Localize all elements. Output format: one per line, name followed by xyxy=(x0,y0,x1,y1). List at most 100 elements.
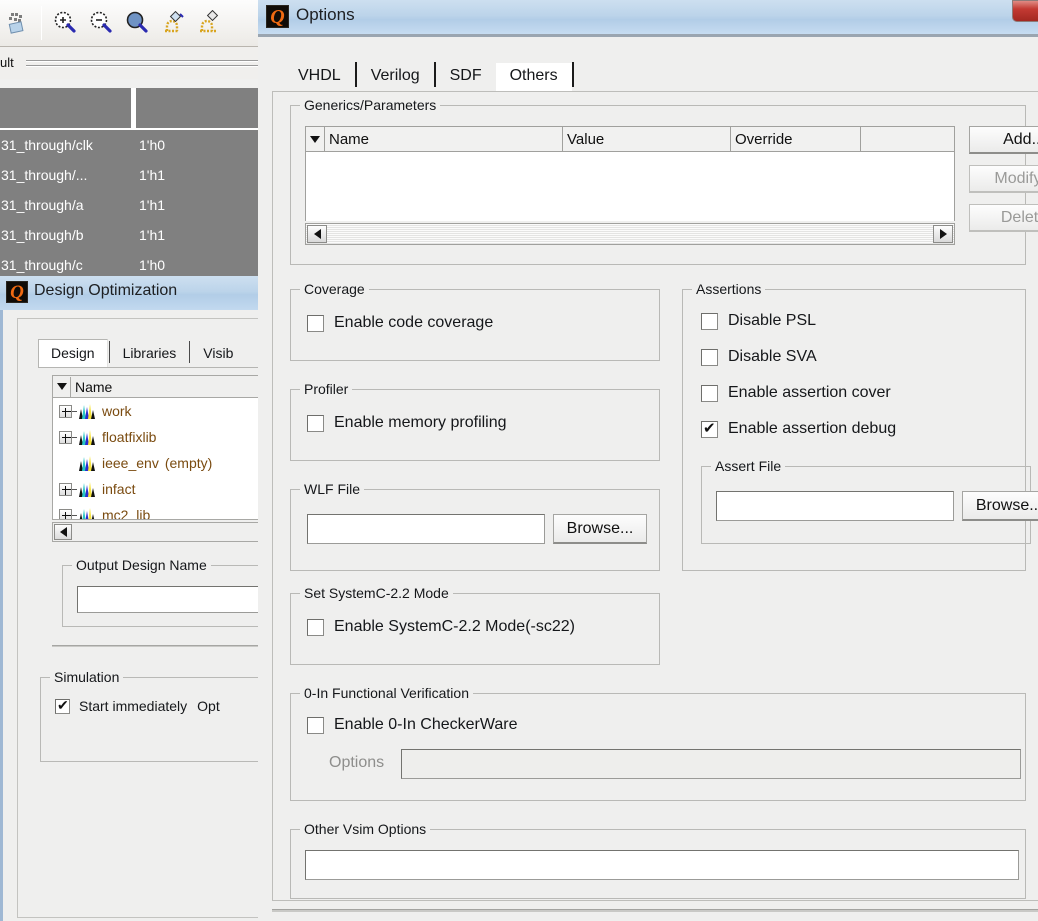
tab-separator xyxy=(108,341,110,363)
library-name: ieee_env xyxy=(102,455,159,471)
options-dialog-body: VHDL Verilog SDF Others Generics/Paramet… xyxy=(258,37,1038,921)
library-icon xyxy=(79,404,95,419)
expand-icon[interactable] xyxy=(59,404,72,418)
start-immediately-row[interactable]: Start immediately Opt xyxy=(55,697,220,714)
signal-row[interactable]: 31_through/b 1'h1 xyxy=(0,220,262,250)
column-header-value[interactable]: Value xyxy=(563,126,731,152)
enable-assertion-cover-checkbox[interactable] xyxy=(701,384,718,402)
enable-memory-profiling-row[interactable]: Enable memory profiling xyxy=(307,414,507,432)
tab-sdf[interactable]: SDF xyxy=(435,63,496,91)
sort-descending-icon[interactable] xyxy=(53,376,71,397)
enable-code-coverage-row[interactable]: Enable code coverage xyxy=(307,314,493,332)
delete-button[interactable]: Delete xyxy=(969,204,1038,232)
column-header-blank[interactable] xyxy=(861,127,954,152)
cursor-delete-icon[interactable] xyxy=(191,5,227,41)
expand-icon[interactable] xyxy=(59,508,72,519)
other-vsim-legend: Other Vsim Options xyxy=(300,821,431,837)
scroll-left-icon[interactable] xyxy=(307,225,327,243)
wave-window: ult 31_through/clk 1'h0 31_through/... 1… xyxy=(0,0,262,290)
disable-sva-checkbox[interactable] xyxy=(701,348,718,366)
enable-code-coverage-label: Enable code coverage xyxy=(334,314,494,331)
list-item[interactable]: infact xyxy=(53,476,279,502)
signal-row[interactable]: 31_through/clk 1'h0 xyxy=(0,130,262,160)
scroll-left-icon[interactable] xyxy=(54,524,72,540)
questa-app-icon: Q xyxy=(6,281,28,303)
enable-systemc-row[interactable]: Enable SystemC-2.2 Mode(-sc22) xyxy=(307,618,575,636)
zoom-full-icon[interactable] xyxy=(119,5,155,41)
close-icon[interactable] xyxy=(1012,0,1038,22)
library-tree[interactable]: Name work floatfixlib ieee_env (empty) i… xyxy=(52,375,280,520)
generics-parameters-group: Generics/Parameters Name Value Override xyxy=(290,97,1038,265)
generics-table[interactable]: Name Value Override xyxy=(305,126,955,221)
output-design-name-legend: Output Design Name xyxy=(72,557,211,573)
scroll-right-icon[interactable] xyxy=(933,225,953,243)
column-header-override[interactable]: Override xyxy=(731,126,861,152)
panel-divider xyxy=(52,645,280,647)
signal-row[interactable]: 31_through/a 1'h1 xyxy=(0,190,262,220)
enable-checkerware-checkbox[interactable] xyxy=(307,716,324,734)
design-optimization-titlebar[interactable]: Q Design Optimization xyxy=(0,276,262,310)
output-design-name-group: Output Design Name xyxy=(62,557,282,627)
output-design-name-input[interactable] xyxy=(77,586,282,613)
assert-file-input[interactable] xyxy=(716,491,954,521)
assert-file-browse-button[interactable]: Browse.. xyxy=(962,491,1038,521)
expand-icon[interactable] xyxy=(59,482,72,496)
disable-sva-row[interactable]: Disable SVA xyxy=(701,348,817,366)
enable-checkerware-row[interactable]: Enable 0-In CheckerWare xyxy=(307,716,518,734)
column-header-name[interactable]: Name xyxy=(325,126,563,152)
enable-memory-profiling-checkbox[interactable] xyxy=(307,414,324,432)
tab-design[interactable]: Design xyxy=(38,339,108,367)
wlf-file-group: WLF File Browse... xyxy=(290,481,660,571)
app-icon-glyph: Q xyxy=(270,5,285,28)
tab-vhdl[interactable]: VHDL xyxy=(284,63,355,91)
select-tool-icon[interactable] xyxy=(0,5,36,41)
tab-separator xyxy=(571,62,574,87)
list-item[interactable]: ieee_env (empty) xyxy=(53,450,279,476)
simulation-group: Simulation Start immediately Opt xyxy=(40,669,280,762)
sort-descending-icon[interactable] xyxy=(306,126,325,152)
modify-button[interactable]: Modify... xyxy=(969,165,1038,193)
library-tree-hscrollbar[interactable] xyxy=(52,522,280,542)
cursor-add-icon[interactable] xyxy=(155,5,191,41)
start-immediately-checkbox[interactable] xyxy=(55,697,70,714)
wlf-browse-button[interactable]: Browse... xyxy=(553,514,647,544)
wlf-file-input[interactable] xyxy=(307,514,545,544)
tab-others[interactable]: Others xyxy=(495,63,572,91)
disable-sva-label: Disable SVA xyxy=(728,348,817,365)
enable-assertion-debug-checkbox[interactable] xyxy=(701,419,718,438)
disable-psl-checkbox[interactable] xyxy=(701,312,718,330)
options-titlebar[interactable]: Q Options xyxy=(258,0,1038,34)
disable-psl-row[interactable]: Disable PSL xyxy=(701,312,816,330)
library-icon xyxy=(79,456,95,471)
library-icon xyxy=(79,508,95,519)
wave-filter-label: ult xyxy=(0,55,14,70)
list-item[interactable]: floatfixlib xyxy=(53,424,279,450)
assertions-legend: Assertions xyxy=(692,281,766,297)
coverage-group: Coverage Enable code coverage xyxy=(290,281,660,361)
profiler-group: Profiler Enable memory profiling xyxy=(290,381,660,461)
zoom-in-icon[interactable] xyxy=(47,5,83,41)
add-button[interactable]: Add... xyxy=(969,126,1038,154)
signal-row[interactable]: 31_through/... 1'h1 xyxy=(0,160,262,190)
tab-libraries[interactable]: Libraries xyxy=(110,340,189,367)
list-item[interactable]: work xyxy=(53,398,279,424)
list-item[interactable]: mc2_lib xyxy=(53,502,279,519)
disable-psl-label: Disable PSL xyxy=(728,312,817,329)
expand-icon[interactable] xyxy=(59,430,72,444)
simulation-options-button-label[interactable]: Opt xyxy=(197,698,220,714)
zero-in-options-input[interactable] xyxy=(401,749,1021,779)
wave-toolbar xyxy=(0,0,262,47)
options-dialog: Q Options VHDL Verilog SDF Others Generi… xyxy=(258,0,1038,921)
tab-visibility[interactable]: Visib xyxy=(191,340,246,367)
assert-file-group: Assert File Browse.. xyxy=(701,458,1038,544)
enable-code-coverage-checkbox[interactable] xyxy=(307,314,324,332)
enable-assertion-cover-row[interactable]: Enable assertion cover xyxy=(701,384,891,402)
zoom-out-icon[interactable] xyxy=(83,5,119,41)
generics-table-body xyxy=(306,152,954,221)
enable-assertion-debug-row[interactable]: Enable assertion debug xyxy=(701,419,896,438)
generics-table-hscrollbar[interactable] xyxy=(305,223,955,245)
tab-verilog[interactable]: Verilog xyxy=(356,63,434,91)
other-vsim-input[interactable] xyxy=(305,850,1019,880)
dialog-bottom-divider xyxy=(272,909,1038,912)
enable-systemc-checkbox[interactable] xyxy=(307,618,324,636)
